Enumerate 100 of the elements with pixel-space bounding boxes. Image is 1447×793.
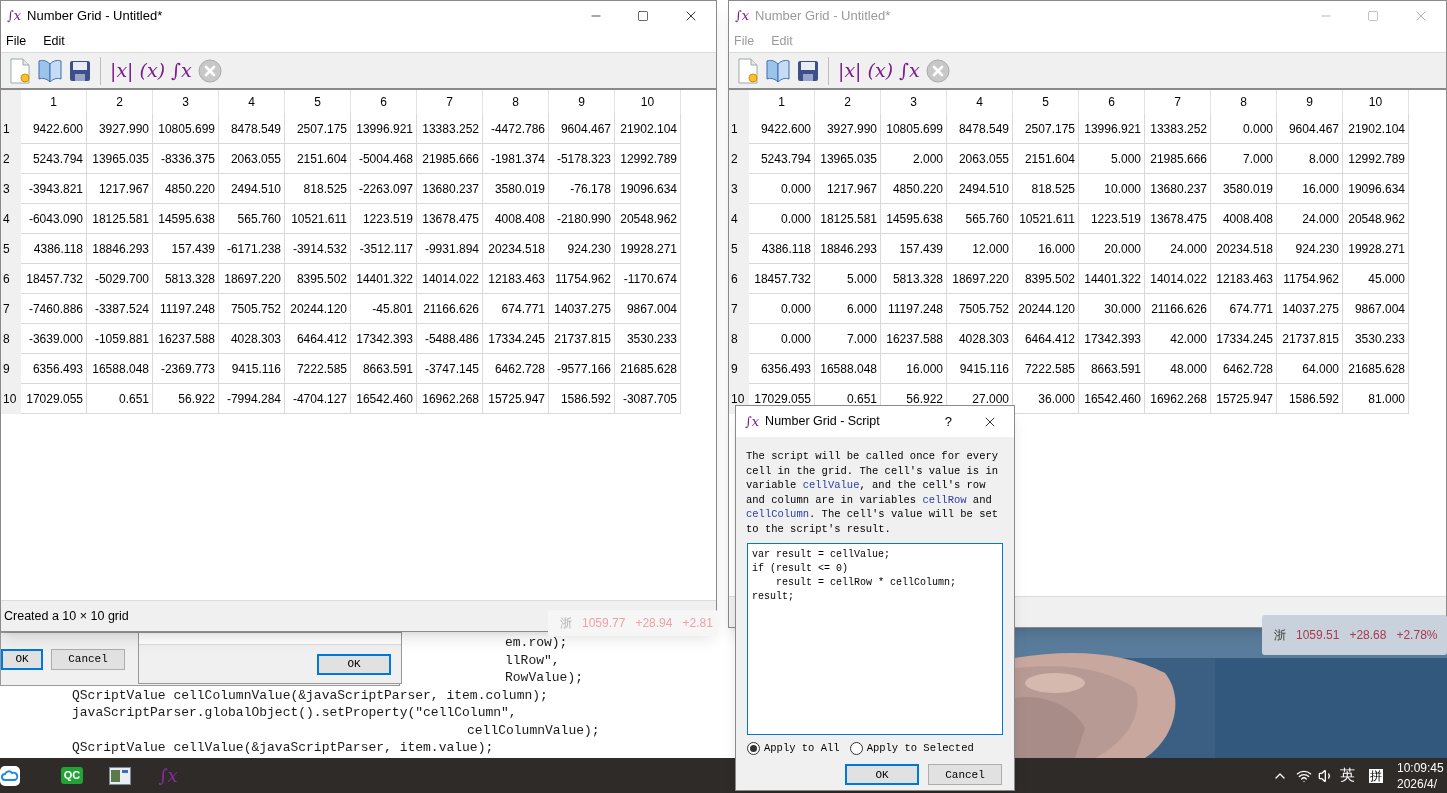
grid-cell[interactable]: -4472.786 bbox=[483, 114, 549, 144]
formula-button[interactable]: ∫x bbox=[171, 61, 192, 80]
grid-cell[interactable]: 1217.967 bbox=[87, 174, 153, 204]
grid-cell[interactable]: 8395.502 bbox=[1013, 264, 1079, 294]
grid-cell[interactable]: 13680.237 bbox=[417, 174, 483, 204]
grid-cell[interactable]: 6462.728 bbox=[483, 354, 549, 384]
grid-cell[interactable]: 19928.271 bbox=[1343, 234, 1409, 264]
save-icon[interactable] bbox=[797, 59, 819, 82]
grid-cell[interactable]: 12992.789 bbox=[615, 144, 681, 174]
grid-cell[interactable]: 5243.794 bbox=[21, 144, 87, 174]
grid-cell[interactable]: 14037.275 bbox=[1277, 294, 1343, 324]
grid-cell[interactable]: 12183.463 bbox=[1211, 264, 1277, 294]
grid-cell[interactable]: 2063.055 bbox=[947, 144, 1013, 174]
grid-cell[interactable]: 13680.237 bbox=[1145, 174, 1211, 204]
grid-cell[interactable]: 9422.600 bbox=[21, 114, 87, 144]
formula-button[interactable]: (x) bbox=[139, 61, 166, 80]
grid-cell[interactable]: 9867.004 bbox=[1343, 294, 1409, 324]
grid-cell[interactable]: 18457.732 bbox=[749, 264, 815, 294]
grid-cell[interactable]: 565.760 bbox=[219, 204, 285, 234]
script-editor[interactable]: var result = cellValue; if (result <= 0) result = cellRow * cellColumn; result; bbox=[747, 542, 1003, 735]
formula-button[interactable]: |x| bbox=[110, 61, 134, 80]
grid-cell[interactable]: 18125.581 bbox=[87, 204, 153, 234]
ok-button[interactable]: OK bbox=[845, 764, 919, 786]
grid-cell[interactable]: 30.000 bbox=[1079, 294, 1145, 324]
grid-cell[interactable]: 21737.815 bbox=[1277, 324, 1343, 354]
grid-cell[interactable]: 6356.493 bbox=[749, 354, 815, 384]
grid-cell[interactable]: 14595.638 bbox=[881, 204, 947, 234]
grid-cell[interactable]: -45.801 bbox=[351, 294, 417, 324]
radio-button[interactable] bbox=[747, 741, 760, 755]
grid-cell[interactable]: 8.000 bbox=[1277, 144, 1343, 174]
grid-cell[interactable]: 2507.175 bbox=[285, 114, 351, 144]
grid-cell[interactable]: 20234.518 bbox=[1211, 234, 1277, 264]
grid-cell[interactable]: 21985.666 bbox=[1145, 144, 1211, 174]
grid-cell[interactable]: 4850.220 bbox=[881, 174, 947, 204]
grid-cell[interactable]: 12.000 bbox=[947, 234, 1013, 264]
grid-cell[interactable]: -5029.700 bbox=[87, 264, 153, 294]
grid-cell[interactable]: 24.000 bbox=[1277, 204, 1343, 234]
row-header[interactable]: 3 bbox=[1, 174, 21, 204]
grid-cell[interactable]: 16.000 bbox=[1013, 234, 1079, 264]
formula-button[interactable]: (x) bbox=[867, 61, 894, 80]
grid-cell[interactable]: -5004.468 bbox=[351, 144, 417, 174]
grid-cell[interactable]: -3087.705 bbox=[615, 384, 681, 414]
grid-cell[interactable]: 4850.220 bbox=[153, 174, 219, 204]
grid-cell[interactable]: -5488.486 bbox=[417, 324, 483, 354]
row-header[interactable]: 5 bbox=[1, 234, 21, 264]
grid-cell[interactable]: 1586.592 bbox=[549, 384, 615, 414]
grid-cell[interactable]: -3639.000 bbox=[21, 324, 87, 354]
grid-cell[interactable]: -6043.090 bbox=[21, 204, 87, 234]
grid-cell[interactable]: 21166.626 bbox=[417, 294, 483, 324]
grid-cell[interactable]: 3530.233 bbox=[1343, 324, 1409, 354]
row-header[interactable]: 10 bbox=[1, 384, 21, 414]
row-header[interactable]: 2 bbox=[729, 144, 749, 174]
grid-cell[interactable]: 15725.947 bbox=[1211, 384, 1277, 414]
grid-cell[interactable]: 3580.019 bbox=[1211, 174, 1277, 204]
grid-cell[interactable]: 7505.752 bbox=[219, 294, 285, 324]
cloud-icon[interactable] bbox=[0, 765, 20, 786]
grid-cell[interactable]: 8663.591 bbox=[351, 354, 417, 384]
grid-cell[interactable]: -3747.145 bbox=[417, 354, 483, 384]
grid-cell[interactable]: 14401.322 bbox=[1079, 264, 1145, 294]
grid-cell[interactable]: -9931.894 bbox=[417, 234, 483, 264]
grid-cell[interactable]: 3927.990 bbox=[87, 114, 153, 144]
row-header[interactable]: 9 bbox=[1, 354, 21, 384]
grid-cell[interactable]: 3927.990 bbox=[815, 114, 881, 144]
help-button[interactable]: ? bbox=[944, 411, 952, 432]
grid-cell[interactable]: 16.000 bbox=[1277, 174, 1343, 204]
grid-cell[interactable]: 10805.699 bbox=[153, 114, 219, 144]
grid-cell[interactable]: -76.178 bbox=[549, 174, 615, 204]
grid-cell[interactable]: 7.000 bbox=[815, 324, 881, 354]
menu-item[interactable]: Edit bbox=[43, 31, 65, 51]
ok-button[interactable]: OK bbox=[1, 648, 43, 670]
grid-cell[interactable]: 0.000 bbox=[749, 174, 815, 204]
grid-cell[interactable]: 16.000 bbox=[881, 354, 947, 384]
grid-cell[interactable]: 8395.502 bbox=[285, 264, 351, 294]
grid-cell[interactable]: 10.000 bbox=[1079, 174, 1145, 204]
grid-cell[interactable]: -2369.773 bbox=[153, 354, 219, 384]
grid-cell[interactable]: 4386.118 bbox=[21, 234, 87, 264]
grid-cell[interactable]: 10521.611 bbox=[1013, 204, 1079, 234]
row-header[interactable]: 2 bbox=[1, 144, 21, 174]
grid-cell[interactable]: 45.000 bbox=[1343, 264, 1409, 294]
grid-cell[interactable]: 6.000 bbox=[815, 294, 881, 324]
grid-cell[interactable]: 20244.120 bbox=[1013, 294, 1079, 324]
save-icon[interactable] bbox=[69, 59, 91, 82]
grid-cell[interactable]: 21902.104 bbox=[615, 114, 681, 144]
grid-cell[interactable]: 12992.789 bbox=[1343, 144, 1409, 174]
grid-cell[interactable]: 6464.412 bbox=[1013, 324, 1079, 354]
grid-cell[interactable]: 8478.549 bbox=[219, 114, 285, 144]
grid-cell[interactable]: 42.000 bbox=[1145, 324, 1211, 354]
grid-cell[interactable]: 7222.585 bbox=[285, 354, 351, 384]
grid-cell[interactable]: 20244.120 bbox=[285, 294, 351, 324]
grid-cell[interactable]: 14037.275 bbox=[549, 294, 615, 324]
grid-cell[interactable]: 20548.962 bbox=[1343, 204, 1409, 234]
grid-cell[interactable]: -3914.532 bbox=[285, 234, 351, 264]
grid-cell[interactable]: 4386.118 bbox=[749, 234, 815, 264]
grid-cell[interactable]: 17342.393 bbox=[1079, 324, 1145, 354]
grid-cell[interactable]: 9604.467 bbox=[549, 114, 615, 144]
grid-cell[interactable]: 18125.581 bbox=[815, 204, 881, 234]
grid-cell[interactable]: -1981.374 bbox=[483, 144, 549, 174]
grid-cell[interactable]: 10521.611 bbox=[285, 204, 351, 234]
grid-cell[interactable]: 16542.460 bbox=[351, 384, 417, 414]
row-header[interactable]: 9 bbox=[729, 354, 749, 384]
